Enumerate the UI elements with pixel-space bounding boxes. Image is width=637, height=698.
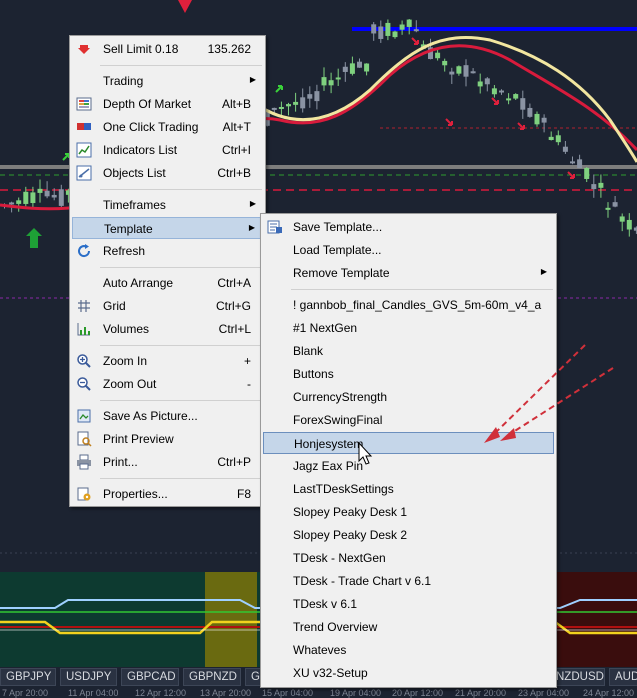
annotation-overlay xyxy=(358,344,614,465)
trading-terminal: GBPJPY USDJPY GBPCAD GBPNZD GB NZDUSD AU… xyxy=(0,0,637,698)
mouse-cursor-icon xyxy=(358,441,373,465)
